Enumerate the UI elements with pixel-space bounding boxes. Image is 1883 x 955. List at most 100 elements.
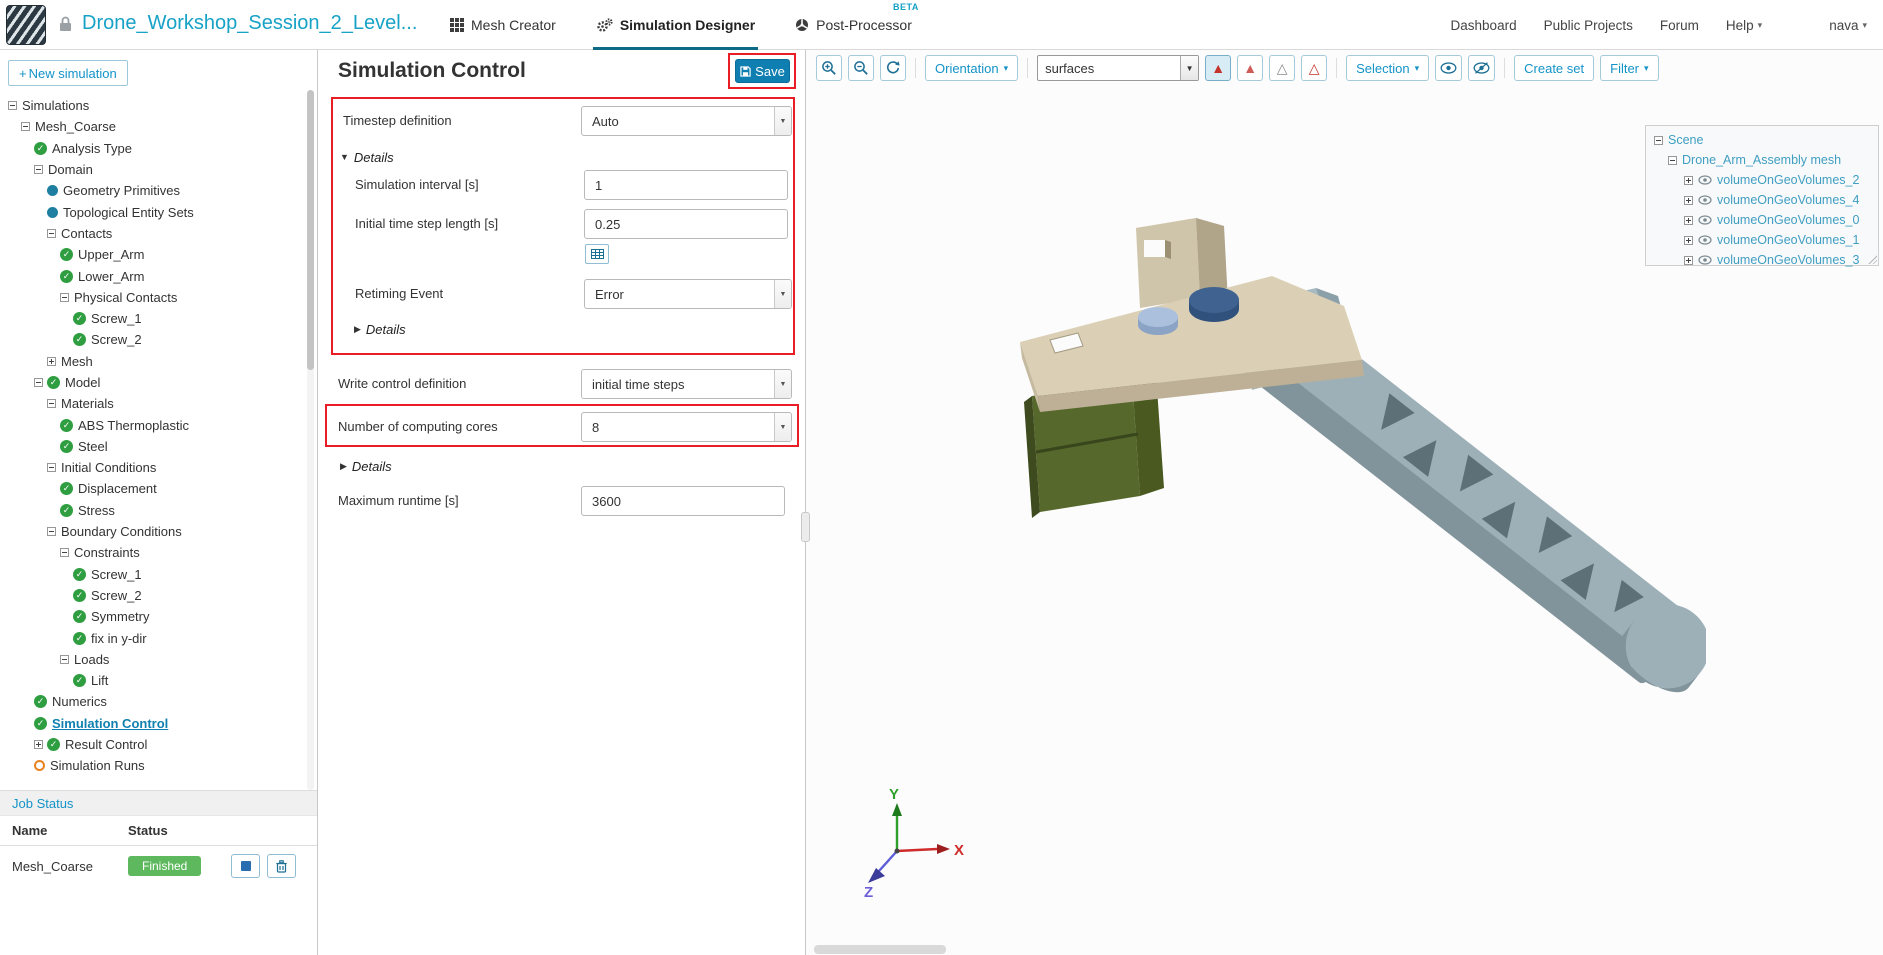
tree-item-simulations[interactable]: Simulations	[0, 95, 300, 116]
expand-icon[interactable]	[1684, 235, 1693, 245]
collapse-icon[interactable]	[1654, 135, 1663, 145]
tree-item-loads[interactable]: Loads	[0, 649, 300, 670]
menu-help[interactable]: Help ▾	[1726, 18, 1762, 33]
selection-button[interactable]: Selection ▾	[1346, 55, 1430, 81]
tree-item-result-control[interactable]: Result Control	[0, 734, 300, 755]
tree-item-abs-thermoplastic[interactable]: ABS Thermoplastic	[0, 414, 300, 435]
tree-item-initial-conditions[interactable]: Initial Conditions	[0, 457, 300, 478]
timestep-definition-select[interactable]: Auto ▼	[581, 106, 792, 136]
collapse-icon[interactable]	[60, 292, 69, 302]
scene-tree-assembly[interactable]: Drone_Arm_Assembly mesh	[1646, 150, 1878, 170]
expand-icon[interactable]	[1684, 175, 1693, 185]
expand-icon[interactable]	[34, 740, 43, 750]
tree-item-stress[interactable]: Stress	[0, 500, 300, 521]
eye-icon[interactable]	[1698, 235, 1712, 245]
link-forum[interactable]: Forum	[1660, 18, 1699, 33]
tree-item-mesh-coarse[interactable]: Mesh_Coarse	[0, 116, 300, 137]
orientation-button[interactable]: Orientation ▾	[925, 55, 1019, 81]
expand-icon[interactable]	[1684, 255, 1693, 265]
sidebar-scrollbar[interactable]	[307, 90, 314, 790]
collapse-icon[interactable]	[8, 101, 17, 111]
drone-arm-model[interactable]	[986, 190, 1706, 750]
tab-simulation-designer[interactable]: Simulation Designer	[592, 0, 759, 50]
eye-icon[interactable]	[1698, 255, 1712, 265]
retiming-event-select[interactable]: Error ▼	[584, 279, 792, 309]
link-dashboard[interactable]: Dashboard	[1451, 18, 1517, 33]
tree-item-topological-entity-sets[interactable]: Topological Entity Sets	[0, 201, 300, 222]
table-input-button[interactable]	[585, 244, 609, 264]
tab-post-processor[interactable]: BETA Post-Processor	[792, 0, 918, 50]
eye-icon[interactable]	[1698, 175, 1712, 185]
collapse-icon[interactable]	[47, 463, 56, 473]
tree-item-geometry-primitives[interactable]: Geometry Primitives	[0, 180, 300, 201]
tree-item-upper-arm[interactable]: Upper_Arm	[0, 244, 300, 265]
tree-item-model[interactable]: Model	[0, 372, 300, 393]
tree-item-numerics[interactable]: Numerics	[0, 691, 300, 712]
outline-toggle[interactable]: △	[1301, 55, 1328, 81]
surface-edges-toggle[interactable]: ▲	[1237, 55, 1264, 81]
tree-item-lift[interactable]: Lift	[0, 670, 300, 691]
panel-resize-handle[interactable]	[801, 512, 810, 542]
scene-volume-item[interactable]: volumeOnGeoVolumes_3	[1646, 250, 1878, 270]
scene-volume-item[interactable]: volumeOnGeoVolumes_1	[1646, 230, 1878, 250]
tree-item-steel[interactable]: Steel	[0, 436, 300, 457]
scrollbar-thumb[interactable]	[307, 90, 314, 370]
details-toggle-open[interactable]: ▼ Details	[340, 150, 394, 165]
tree-item-screw-1[interactable]: Screw_1	[0, 308, 300, 329]
create-set-button[interactable]: Create set	[1514, 55, 1595, 81]
surface-shaded-toggle[interactable]: ▲	[1205, 55, 1232, 81]
tree-item-screw-1[interactable]: Screw_1	[0, 564, 300, 585]
new-simulation-button[interactable]: + New simulation	[8, 60, 128, 86]
collapse-icon[interactable]	[60, 654, 69, 664]
app-logo[interactable]	[6, 5, 46, 45]
tree-item-mesh[interactable]: Mesh	[0, 351, 300, 372]
tree-item-displacement[interactable]: Displacement	[0, 478, 300, 499]
expand-icon[interactable]	[1684, 195, 1693, 205]
scene-volume-item[interactable]: volumeOnGeoVolumes_0	[1646, 210, 1878, 230]
hide-selection-button[interactable]	[1468, 55, 1496, 81]
zoom-in-button[interactable]	[816, 55, 842, 81]
collapse-icon[interactable]	[47, 527, 56, 537]
scene-volume-item[interactable]: volumeOnGeoVolumes_4	[1646, 190, 1878, 210]
expand-icon[interactable]	[47, 356, 56, 366]
tree-item-screw-2[interactable]: Screw_2	[0, 329, 300, 350]
save-button[interactable]: Save	[735, 59, 790, 83]
render-mode-select[interactable]: surfaces ▼	[1037, 55, 1200, 81]
show-selection-button[interactable]	[1435, 55, 1463, 81]
link-public-projects[interactable]: Public Projects	[1544, 18, 1633, 33]
collapse-icon[interactable]	[47, 399, 56, 409]
tree-item-constraints[interactable]: Constraints	[0, 542, 300, 563]
eye-icon[interactable]	[1698, 195, 1712, 205]
tree-item-analysis-type[interactable]: Analysis Type	[0, 138, 300, 159]
tree-item-materials[interactable]: Materials	[0, 393, 300, 414]
tree-item-boundary-conditions[interactable]: Boundary Conditions	[0, 521, 300, 542]
tree-item-domain[interactable]: Domain	[0, 159, 300, 180]
scene-volume-item[interactable]: volumeOnGeoVolumes_2	[1646, 170, 1878, 190]
scene-tree-root[interactable]: Scene	[1646, 130, 1878, 150]
collapse-icon[interactable]	[34, 165, 43, 175]
tree-item-lower-arm[interactable]: Lower_Arm	[0, 265, 300, 286]
details-toggle-closed-1[interactable]: ▶ Details	[354, 322, 406, 337]
menu-user[interactable]: nava ▾	[1829, 18, 1867, 33]
tree-item-physical-contacts[interactable]: Physical Contacts	[0, 287, 300, 308]
tab-mesh-creator[interactable]: Mesh Creator	[447, 0, 559, 50]
stop-job-button[interactable]	[231, 854, 261, 878]
filter-button[interactable]: Filter ▾	[1600, 55, 1659, 81]
collapse-icon[interactable]	[60, 548, 69, 558]
collapse-icon[interactable]	[47, 228, 56, 238]
viewport-canvas[interactable]: Orientation ▾ surfaces ▼ ▲ ▲ △ △ Selecti…	[806, 50, 1883, 955]
write-control-select[interactable]: initial time steps ▼	[581, 369, 792, 399]
tree-item-simulation-control[interactable]: Simulation Control	[0, 713, 300, 734]
collapse-icon[interactable]	[1668, 155, 1677, 165]
details-toggle-closed-2[interactable]: ▶ Details	[340, 459, 392, 474]
reset-view-button[interactable]	[880, 55, 906, 81]
collapse-icon[interactable]	[34, 378, 43, 387]
eye-icon[interactable]	[1698, 215, 1712, 225]
tree-item-simulation-runs[interactable]: Simulation Runs	[0, 755, 300, 776]
tree-item-symmetry[interactable]: Symmetry	[0, 606, 300, 627]
zoom-out-button[interactable]	[848, 55, 874, 81]
initial-timestep-input[interactable]	[584, 209, 788, 239]
wireframe-toggle[interactable]: △	[1269, 55, 1296, 81]
max-runtime-input[interactable]	[581, 486, 785, 516]
delete-job-button[interactable]	[267, 854, 297, 878]
